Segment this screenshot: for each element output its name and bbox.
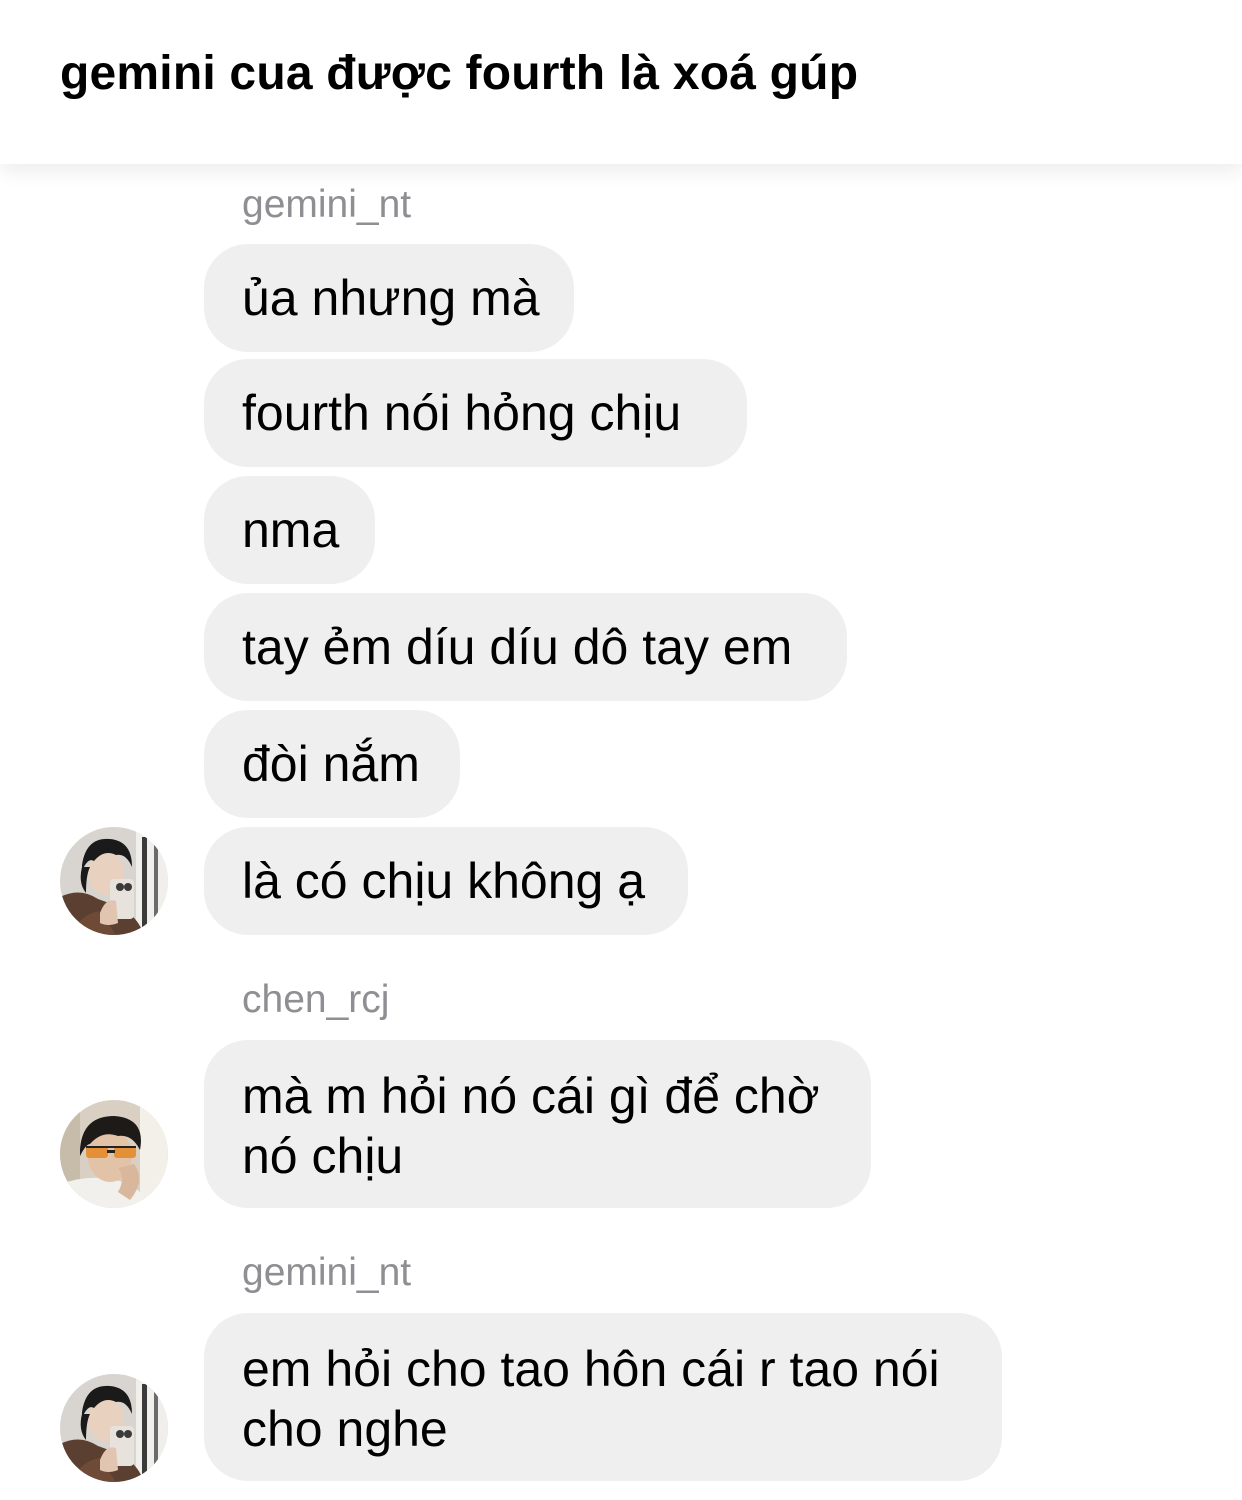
message-text: nma xyxy=(242,502,340,558)
avatar-gemini[interactable] xyxy=(60,827,168,935)
sender-name[interactable]: gemini_nt xyxy=(242,1251,411,1295)
message-text: mà m hỏi nó cái gì để chờ nó chịu xyxy=(242,1068,820,1184)
message-bubble[interactable]: là có chịu không ạ xyxy=(204,827,688,935)
avatar-chen[interactable] xyxy=(60,1100,168,1208)
chat-header: gemini cua được fourth là xoá gúp xyxy=(0,0,1242,164)
profile-photo-icon xyxy=(60,1374,168,1482)
sender-name[interactable]: gemini_nt xyxy=(242,183,411,227)
message-text: đòi nắm xyxy=(242,736,420,792)
message-text: fourth nói hỏng chịu xyxy=(242,385,682,441)
profile-photo-icon xyxy=(60,1100,168,1208)
message-bubble[interactable]: ủa nhưng mà xyxy=(204,244,574,352)
message-bubble[interactable]: tay ẻm díu díu dô tay em xyxy=(204,593,847,701)
message-bubble[interactable]: mà m hỏi nó cái gì để chờ nó chịu xyxy=(204,1040,871,1208)
profile-photo-icon xyxy=(60,827,168,935)
message-bubble[interactable]: đòi nắm xyxy=(204,710,460,818)
message-bubble[interactable]: nma xyxy=(204,476,375,584)
sender-name[interactable]: chen_rcj xyxy=(242,978,389,1022)
chat-title[interactable]: gemini cua được fourth là xoá gúp xyxy=(60,46,858,101)
message-text: em hỏi cho tao hôn cái r tao nói cho ngh… xyxy=(242,1341,940,1457)
message-text: là có chịu không ạ xyxy=(242,853,646,909)
message-text: ủa nhưng mà xyxy=(242,270,540,326)
message-bubble[interactable]: em hỏi cho tao hôn cái r tao nói cho ngh… xyxy=(204,1313,1002,1481)
message-bubble[interactable]: fourth nói hỏng chịu xyxy=(204,359,747,467)
avatar-gemini[interactable] xyxy=(60,1374,168,1482)
message-text: tay ẻm díu díu dô tay em xyxy=(242,619,793,675)
